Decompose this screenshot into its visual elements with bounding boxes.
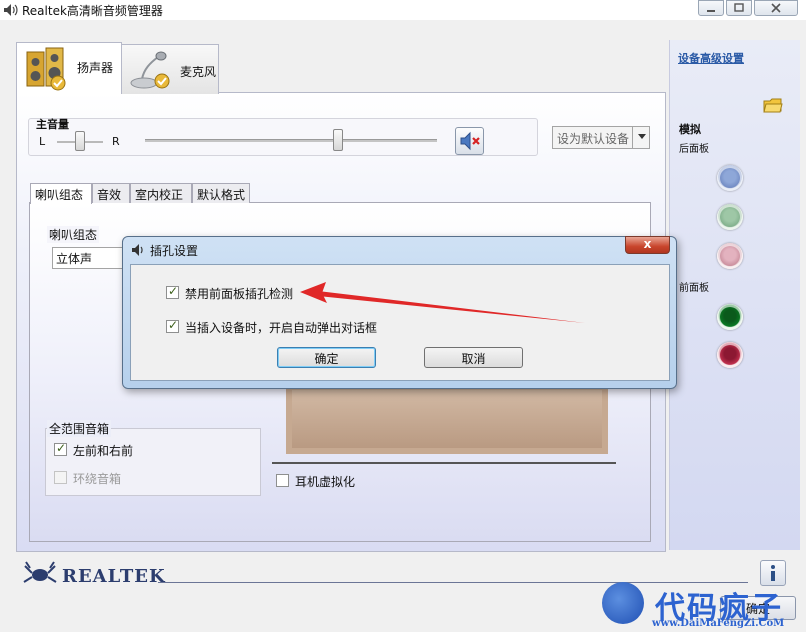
tab-speaker-label: 扬声器 xyxy=(77,61,114,75)
speaker-config-select[interactable]: 立体声 xyxy=(52,247,128,269)
back-jack-green[interactable] xyxy=(717,204,743,230)
surround-speakers-checkbox[interactable] xyxy=(54,471,67,484)
balance-left-label: L xyxy=(39,135,46,148)
analog-label: 模拟 xyxy=(679,123,701,136)
close-button[interactable] xyxy=(754,0,798,16)
tab-microphone-label: 麦克风 xyxy=(180,65,217,79)
tab-speaker-configuration[interactable]: 喇叭组态 xyxy=(30,183,92,204)
speaker-app-icon xyxy=(4,4,18,16)
stage-backdrop xyxy=(292,390,602,448)
headphone-virtualization-label: 耳机虚拟化 xyxy=(295,475,356,489)
speaker-config-group-label: 喇叭组态 xyxy=(47,226,100,243)
auto-popup-dialog-label: 当插入设备时，开启自动弹出对话框 xyxy=(185,321,378,335)
chevron-down-icon xyxy=(638,134,646,139)
tab-speaker[interactable]: 扬声器 xyxy=(16,42,122,94)
front-jack-pink[interactable] xyxy=(717,342,743,368)
back-jack-blue[interactable] xyxy=(717,165,743,191)
dialog-title: 插孔设置 xyxy=(150,244,199,258)
speaker-icon xyxy=(132,244,143,256)
front-left-right-checkbox[interactable] xyxy=(54,441,67,456)
headphone-virtualization-checkbox[interactable] xyxy=(276,474,289,487)
auto-popup-dialog-checkbox[interactable] xyxy=(166,318,179,333)
volume-slider-thumb[interactable] xyxy=(332,129,343,151)
info-icon xyxy=(771,565,775,581)
maximize-button[interactable] xyxy=(726,0,752,16)
mute-button[interactable] xyxy=(455,127,484,155)
disable-front-jack-detection-label: 禁用前面板插孔检测 xyxy=(185,287,294,301)
realtek-logo-text: REALTEK xyxy=(62,566,166,587)
minimize-icon xyxy=(707,10,715,12)
tab-default-format[interactable]: 默认格式 xyxy=(192,183,250,203)
back-jack-pink[interactable] xyxy=(717,243,743,269)
window-title: Realtek高清晰音频管理器 xyxy=(22,4,163,18)
close-icon xyxy=(771,3,781,13)
full-range-group-label: 全范围音箱 xyxy=(47,420,112,437)
maximize-icon xyxy=(734,3,744,12)
speaker-icon xyxy=(26,47,66,91)
tab-sound-effects[interactable]: 音效 xyxy=(92,183,130,203)
dialog-ok-button[interactable]: 确定 xyxy=(277,347,376,368)
stage-divider xyxy=(272,462,616,464)
microphone-icon xyxy=(130,51,170,89)
tab-room-correction[interactable]: 室内校正 xyxy=(130,183,192,203)
surround-speakers-label: 环绕音箱 xyxy=(73,472,122,486)
dialog-close-button[interactable]: x xyxy=(625,236,670,254)
balance-slider-thumb[interactable] xyxy=(75,131,85,151)
disable-front-jack-detection-checkbox[interactable] xyxy=(166,284,179,299)
watermark-logo xyxy=(602,582,644,624)
advanced-device-settings-link[interactable]: 设备高级设置 xyxy=(678,50,744,66)
back-panel-label: 后面板 xyxy=(679,144,709,155)
front-jack-green[interactable] xyxy=(717,304,743,330)
speaker-muted-icon xyxy=(460,131,480,151)
realtek-crab-logo xyxy=(23,561,57,583)
master-volume-label: 主音量 xyxy=(36,118,69,131)
dialog-cancel-button[interactable]: 取消 xyxy=(424,347,523,368)
minimize-button[interactable] xyxy=(698,0,724,16)
connector-panel xyxy=(669,40,800,550)
front-left-right-label: 左前和右前 xyxy=(73,444,134,458)
dropdown-arrow-button[interactable] xyxy=(632,126,650,149)
watermark-url: www.DaiMaFengZi.CoM xyxy=(652,618,785,629)
folder-icon[interactable] xyxy=(763,96,783,114)
volume-slider-track[interactable] xyxy=(145,139,437,142)
tab-microphone[interactable]: 麦克风 xyxy=(121,44,219,94)
balance-right-label: R xyxy=(112,135,120,148)
front-panel-label: 前面板 xyxy=(679,283,709,294)
